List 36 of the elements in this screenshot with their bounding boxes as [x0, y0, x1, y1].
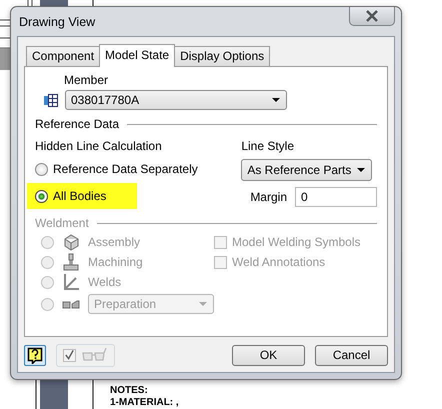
table-icon [43, 92, 59, 108]
member-label: Member [64, 73, 110, 87]
option-label: Assembly [88, 235, 140, 249]
line-style-dropdown[interactable]: As Reference Parts [241, 159, 372, 181]
section-heading: Weldment [35, 216, 89, 230]
help-button[interactable] [24, 344, 46, 366]
close-icon [365, 10, 379, 22]
tab[interactable]: Model State [99, 44, 176, 67]
checkbox-label: Weld Annotations [232, 255, 326, 269]
weld-joint-icon [62, 273, 80, 291]
note-line: 1-MATERIAL: , [110, 397, 179, 409]
check-icon [64, 349, 75, 361]
margin-field[interactable]: 0 [295, 187, 377, 207]
note-line: NOTES: [110, 385, 149, 397]
tab[interactable]: Component [26, 46, 100, 66]
close-button[interactable] [349, 7, 395, 26]
margin-label: Margin [250, 190, 287, 204]
member-dropdown[interactable]: 038017780A [65, 90, 287, 110]
glasses-icon [82, 347, 108, 363]
help-icon [27, 346, 43, 364]
radio-label: All Bodies [53, 189, 106, 203]
option-label: Welds [88, 275, 122, 289]
radio-button[interactable] [35, 162, 48, 176]
ok-button[interactable]: OK [232, 344, 305, 366]
option-label: Machining [88, 255, 143, 269]
checkbox-label: Model Welding Symbols [232, 235, 361, 249]
section-heading: Reference Data [35, 117, 120, 131]
hidden-line-label: Hidden Line Calculation [35, 139, 163, 153]
radio-label: Reference Data Separately [53, 162, 198, 176]
tab[interactable]: Display Options [174, 46, 270, 66]
radio-button[interactable] [35, 190, 48, 202]
cancel-button[interactable]: Cancel [315, 344, 388, 366]
window-title: Drawing View [19, 14, 96, 28]
cube-icon [62, 233, 80, 251]
line-style-label: Line Style [241, 139, 296, 153]
drill-icon [62, 253, 80, 271]
